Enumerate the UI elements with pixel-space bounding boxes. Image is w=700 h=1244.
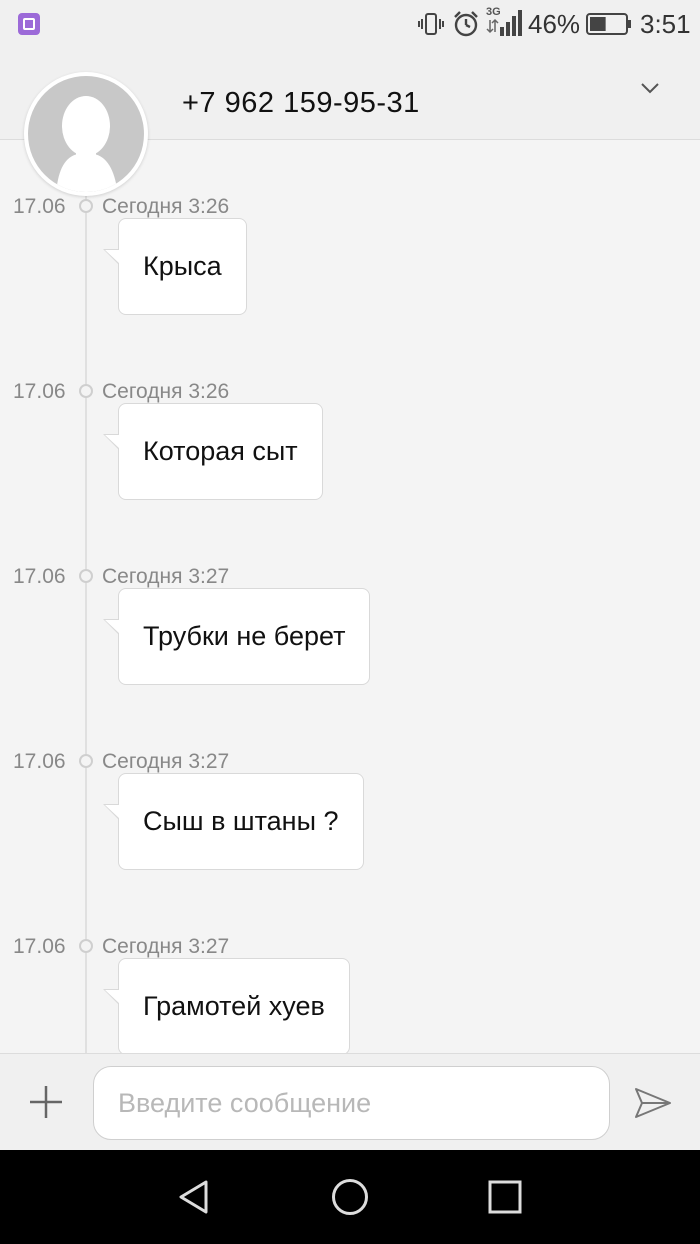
message-time: Сегодня 3:27: [102, 935, 230, 958]
timeline-dot: [79, 199, 93, 213]
message-date: 17.06: [13, 750, 66, 773]
message-time: Сегодня 3:26: [102, 195, 230, 218]
battery-icon: [586, 13, 631, 35]
contact-title[interactable]: +7 962 159-95-31: [182, 87, 420, 120]
message-list[interactable]: 17.06 Сегодня 3:26 Крыса 17.06 Сегодня 3…: [0, 141, 700, 1053]
system-nav-bar: [0, 1150, 700, 1244]
composer-bar: [0, 1053, 700, 1150]
home-icon[interactable]: [331, 1178, 369, 1216]
status-bar: 3G 46% 3:51: [0, 0, 700, 50]
clock: 3:51: [640, 9, 691, 39]
chevron-down-icon[interactable]: [638, 78, 662, 98]
avatar-placeholder: [28, 76, 144, 192]
send-icon[interactable]: [634, 1086, 672, 1120]
person-silhouette-icon: [56, 96, 118, 192]
battery-percent: 46%: [528, 9, 581, 39]
timeline-line: [85, 141, 87, 1053]
message-bubble[interactable]: Сыш в штаны ?: [103, 773, 364, 870]
vibrate-icon: [418, 13, 444, 35]
message-date: 17.06: [13, 565, 66, 588]
timeline-dot: [79, 939, 93, 953]
message-time: Сегодня 3:27: [102, 750, 230, 773]
message-bubble[interactable]: Которая сыт: [103, 403, 323, 500]
back-icon[interactable]: [176, 1179, 212, 1215]
message-date: 17.06: [13, 380, 66, 403]
message-date: 17.06: [13, 935, 66, 958]
timeline-dot: [79, 384, 93, 398]
alarm-icon: [454, 11, 478, 37]
message-bubble[interactable]: Грамотей хуев: [103, 958, 350, 1053]
add-icon[interactable]: [28, 1084, 64, 1120]
message-bubble[interactable]: Крыса: [103, 218, 247, 315]
signal-icon: 3G: [486, 6, 522, 38]
timeline-dot: [79, 569, 93, 583]
timeline-dot: [79, 754, 93, 768]
message-time: Сегодня 3:27: [102, 565, 230, 588]
recents-icon[interactable]: [488, 1180, 522, 1214]
message-date: 17.06: [13, 195, 66, 218]
avatar[interactable]: [24, 72, 148, 196]
message-bubble[interactable]: Трубки не берет: [102, 588, 371, 685]
message-input[interactable]: [93, 1066, 610, 1140]
app-notification-icon: [18, 13, 40, 35]
message-time: Сегодня 3:26: [102, 380, 230, 403]
